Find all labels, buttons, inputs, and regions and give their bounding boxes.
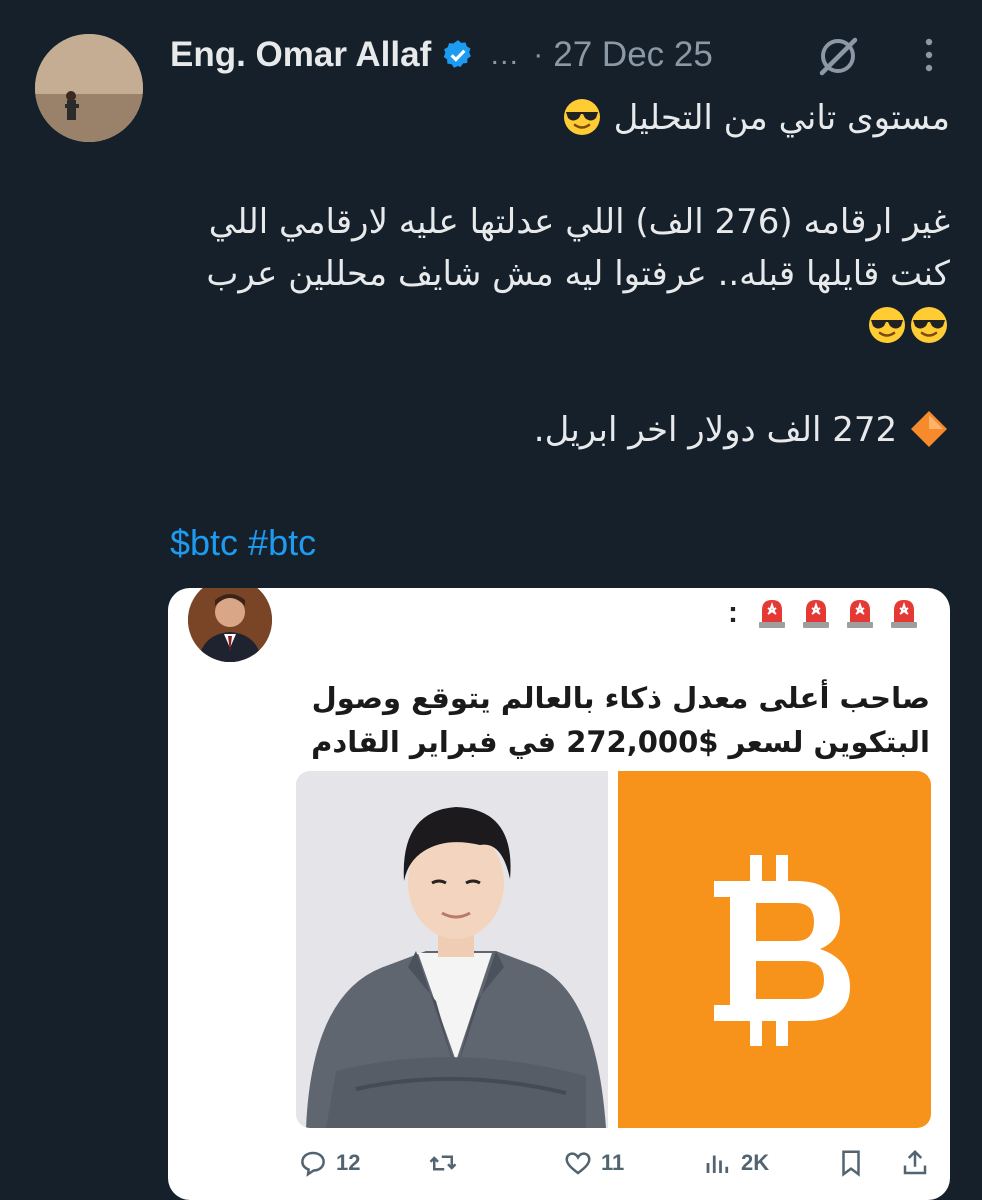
siren-emoji — [803, 600, 829, 628]
tweet-date[interactable]: 27 Dec 25 — [553, 35, 713, 75]
bookmark-button[interactable] — [836, 1148, 866, 1178]
hashtags: $btc #btc — [170, 522, 326, 564]
tweet-line-1-text: مستوى تاني من التحليل — [613, 98, 950, 138]
verified-icon — [443, 40, 472, 68]
siren-row: : — [728, 596, 920, 630]
tweet-text: مستوى تاني من التحليل غير ارقامه (276 ال… — [170, 92, 950, 456]
sunglasses-emoji — [869, 307, 905, 343]
reply-icon — [301, 1151, 325, 1177]
siren-emoji — [759, 600, 785, 628]
more-icon[interactable] — [916, 35, 942, 75]
bookmark-icon — [842, 1150, 860, 1177]
person-illustration — [296, 771, 613, 1128]
tweet-line-4-text: 272 الف دولار اخر ابريل. — [533, 410, 898, 450]
media-card[interactable]: : صاحب أعلى معدل ذكاء بالعالم يتوقع وصول… — [168, 588, 950, 1200]
retweet-icon — [429, 1155, 457, 1171]
tweet-actions: 12 11 2K — [168, 1148, 950, 1188]
author-avatar[interactable] — [35, 34, 143, 142]
card-headline: صاحب أعلى معدل ذكاء بالعالم يتوقع وصول ا… — [198, 676, 930, 764]
like-count: 11 — [601, 1150, 625, 1175]
like-button[interactable]: 11 — [563, 1148, 624, 1178]
tweet-line-2: غير ارقامه (276 الف) اللي عدلتها عليه لا… — [208, 202, 950, 242]
tweet-line-1: مستوى تاني من التحليل — [170, 92, 950, 144]
hashtag-link[interactable]: #btc — [248, 522, 316, 563]
person-photo — [296, 771, 613, 1128]
views-icon — [706, 1155, 729, 1173]
cashtag-link[interactable]: $btc — [170, 522, 238, 563]
siren-colon: : — [728, 596, 738, 629]
reply-count: 12 — [336, 1150, 361, 1175]
avatar-photo — [35, 34, 143, 142]
views-button[interactable]: 2K — [703, 1148, 769, 1178]
card-avatar — [188, 588, 272, 662]
tweet-line-3: كنت قايلها قبله.. عرفتوا ليه مش شايف محل… — [206, 254, 950, 294]
share-button[interactable] — [900, 1148, 930, 1178]
share-icon — [903, 1149, 927, 1175]
bitcoin-panel — [618, 771, 931, 1128]
siren-emoji — [847, 600, 873, 628]
sunglasses-emoji — [911, 307, 947, 343]
retweet-button[interactable] — [428, 1148, 458, 1178]
tweet-line-4: 272 الف دولار اخر ابريل. — [170, 404, 950, 456]
grok-icon[interactable] — [815, 33, 861, 79]
tweet-emoji-line — [170, 300, 950, 352]
card-headline-line-1: صاحب أعلى معدل ذكاء بالعالم يتوقع وصول — [311, 681, 930, 715]
siren-emoji — [891, 600, 917, 628]
sunglasses-emoji — [563, 99, 600, 135]
header-separator: · — [533, 38, 544, 71]
tweet-header: Eng. Omar Allaf … · 27 Dec 25 — [170, 30, 713, 80]
orange-diamond-emoji — [911, 411, 947, 447]
card-headline-line-2: البتكوين لسعر $272,000 في فبراير القادم — [311, 725, 930, 759]
card-avatar-photo — [188, 588, 272, 662]
views-count: 2K — [741, 1150, 770, 1175]
like-icon — [565, 1152, 591, 1175]
author-name[interactable]: Eng. Omar Allaf — [170, 35, 431, 75]
bitcoin-logo — [714, 855, 850, 1046]
name-truncation: … — [489, 38, 520, 71]
reply-button[interactable]: 12 — [298, 1148, 360, 1178]
